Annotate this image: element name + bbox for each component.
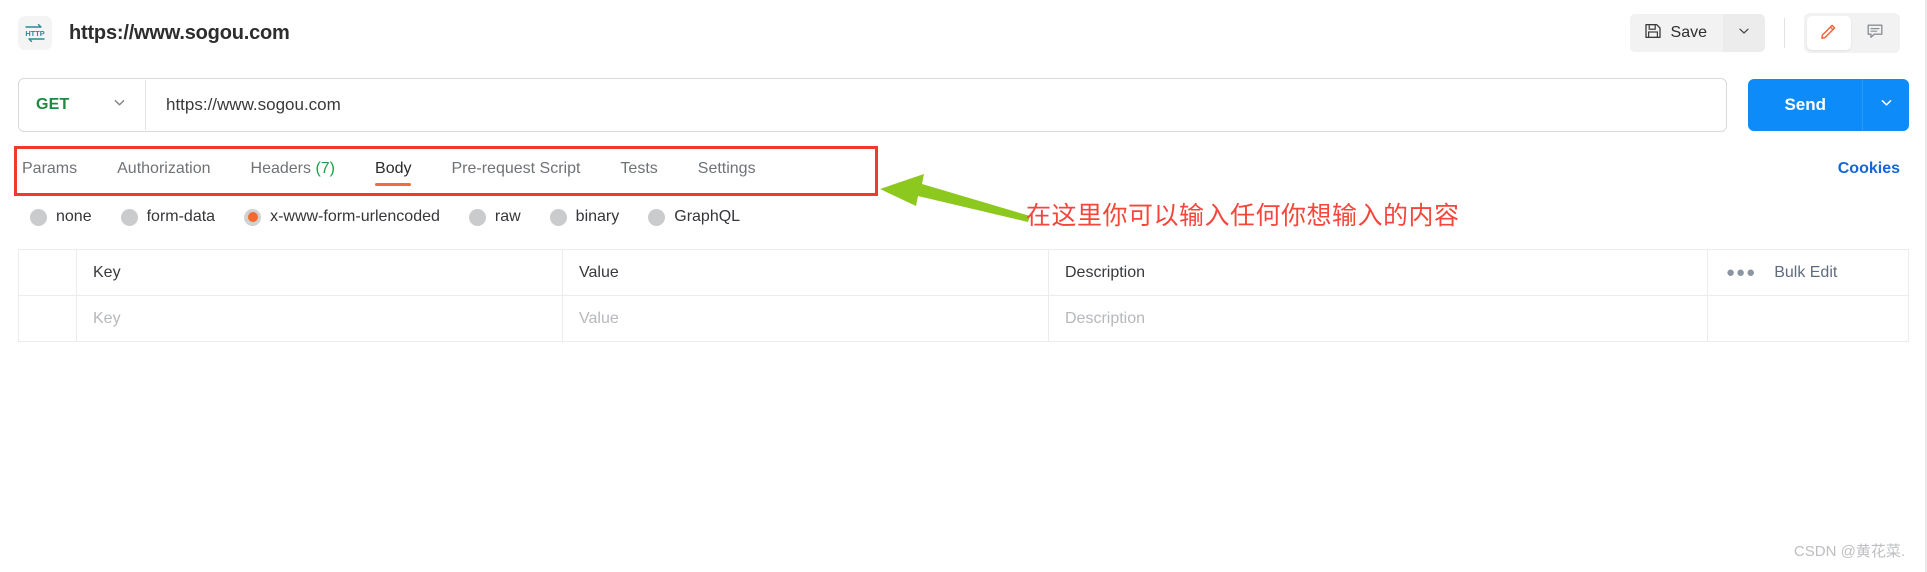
chevron-down-icon	[1737, 24, 1751, 43]
comment-icon	[1865, 21, 1885, 46]
send-options-button[interactable]	[1862, 79, 1909, 131]
http-icon: HTTP	[18, 16, 52, 50]
save-options-button[interactable]	[1723, 14, 1765, 52]
http-method-selector[interactable]: GET	[19, 95, 145, 115]
tab-label: Headers	[250, 160, 311, 177]
send-button-group: Send	[1748, 79, 1909, 131]
save-button-group: Save	[1629, 14, 1765, 52]
floppy-disk-icon	[1644, 22, 1662, 45]
body-type-form-data[interactable]: form-data	[120, 208, 216, 226]
tab-pre-request-script[interactable]: Pre-request Script	[431, 160, 600, 190]
radio-icon-selected	[244, 208, 262, 226]
bulk-edit-label: Bulk Edit	[1774, 263, 1838, 281]
row-actions-cell	[1708, 296, 1908, 341]
radio-icon	[30, 208, 47, 226]
row-description-input[interactable]: Description	[1049, 296, 1708, 341]
body-type-binary[interactable]: binary	[549, 208, 620, 226]
table-header-checkbox-cell	[19, 250, 77, 295]
request-url-bar: GET Send	[0, 66, 1927, 144]
radio-label: x-www-form-urlencoded	[270, 208, 440, 225]
cookies-link[interactable]: Cookies	[1838, 160, 1909, 190]
request-header-bar: HTTP https://www.sogou.com Save	[0, 0, 1927, 66]
table-header-key: Key	[77, 250, 563, 295]
send-button[interactable]: Send	[1748, 79, 1862, 131]
table-row[interactable]: Key Value Description	[19, 296, 1908, 341]
tab-authorization[interactable]: Authorization	[97, 160, 230, 190]
save-button[interactable]: Save	[1629, 14, 1723, 52]
page-title: https://www.sogou.com	[69, 21, 290, 44]
tab-label: Body	[375, 160, 412, 177]
header-actions: Save	[1629, 13, 1927, 53]
tab-params[interactable]: Params	[18, 160, 97, 190]
radio-icon	[468, 208, 486, 226]
table-header-description: Description	[1049, 250, 1708, 295]
radio-label: GraphQL	[674, 208, 741, 225]
radio-icon	[120, 208, 138, 226]
radio-label: raw	[494, 208, 521, 225]
body-type-raw[interactable]: raw	[468, 208, 521, 226]
row-key-input[interactable]: Key	[77, 296, 563, 341]
watermark: CSDN @黄花菜.	[1793, 543, 1905, 560]
active-tab-underline	[375, 183, 412, 186]
chevron-down-icon	[1879, 95, 1894, 115]
pencil-icon	[1819, 21, 1839, 46]
tab-headers[interactable]: Headers (7)	[231, 160, 356, 190]
save-button-label: Save	[1670, 24, 1707, 41]
body-type-radio-group: none form-data x-www-form-urlencoded raw…	[0, 190, 1927, 230]
tab-body[interactable]: Body	[355, 160, 431, 190]
tab-label: Tests	[620, 160, 658, 177]
chevron-down-icon	[112, 95, 127, 115]
body-type-none[interactable]: none	[30, 208, 92, 226]
radio-icon	[648, 208, 666, 226]
edit-request-button[interactable]	[1807, 16, 1851, 50]
radio-label: form-data	[146, 208, 216, 225]
body-type-graphql[interactable]: GraphQL	[648, 208, 740, 226]
annotation-note: 在这里你可以输入任何你想输入的内容	[1026, 202, 1460, 230]
table-header-row: Key Value Description ●●● Bulk Edit	[19, 250, 1908, 296]
row-value-input[interactable]: Value	[563, 296, 1049, 341]
body-params-table: Key Value Description ●●● Bulk Edit Key …	[18, 249, 1909, 342]
body-type-x-www-form-urlencoded[interactable]: x-www-form-urlencoded	[244, 208, 440, 226]
row-checkbox-cell[interactable]	[19, 296, 77, 341]
url-input-container: GET	[18, 78, 1728, 132]
table-header-value: Value	[563, 250, 1049, 295]
http-method-label: GET	[36, 96, 70, 113]
tab-label: Pre-request Script	[451, 160, 581, 177]
comment-button[interactable]	[1853, 16, 1897, 50]
radio-label: binary	[575, 208, 620, 225]
radio-icon	[549, 208, 567, 226]
tab-label: Authorization	[117, 160, 211, 177]
svg-text:HTTP: HTTP	[25, 29, 44, 38]
header-divider	[1784, 18, 1785, 48]
bulk-edit-button[interactable]: ●●● Bulk Edit	[1708, 250, 1908, 295]
request-tabs-bar: Params Authorization Headers (7) Body Pr…	[0, 144, 1927, 196]
ellipsis-icon[interactable]: ●●●	[1726, 264, 1756, 281]
view-mode-toggle-group	[1804, 13, 1900, 53]
request-tabs: Params Authorization Headers (7) Body Pr…	[18, 160, 776, 190]
url-input[interactable]	[146, 95, 1727, 115]
radio-label: none	[56, 208, 92, 225]
tab-settings[interactable]: Settings	[678, 160, 776, 190]
tab-tests[interactable]: Tests	[600, 160, 677, 190]
tab-label: Settings	[697, 160, 756, 177]
tab-label: Params	[22, 160, 78, 177]
tab-headers-count: (7)	[315, 160, 336, 177]
